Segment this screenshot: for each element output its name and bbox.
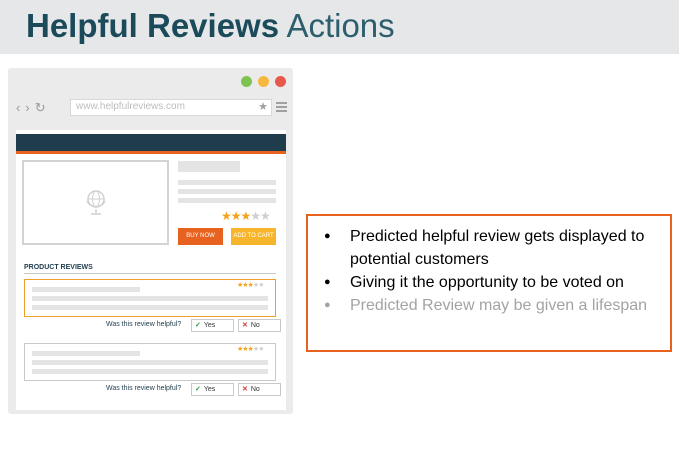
url-text: www.helpfulreviews.com	[76, 101, 185, 112]
address-bar[interactable]: www.helpfulreviews.com ★	[70, 99, 272, 116]
review-title-line	[32, 287, 140, 292]
yes-label: Yes	[203, 386, 216, 393]
product-text-line	[178, 198, 276, 203]
no-label: No	[250, 386, 260, 393]
back-arrow-icon[interactable]: ‹	[16, 100, 25, 115]
product-rating: ★★★★★	[221, 209, 271, 223]
forward-arrow-icon[interactable]: ›	[25, 100, 34, 115]
star-icon: ★★★	[237, 346, 254, 353]
yes-label: Yes	[203, 322, 216, 329]
buy-now-button[interactable]: BUY NOW	[178, 228, 223, 245]
review-card: ★★★★★	[24, 343, 276, 381]
helpful-question: Was this review helpful?	[106, 385, 182, 392]
review-text-line	[32, 305, 268, 310]
globe-icon	[86, 190, 106, 215]
star-icon[interactable]: ★	[258, 100, 268, 113]
nav-controls: ‹›↻	[16, 100, 51, 116]
bullet-item: Giving it the opportunity to be voted on	[322, 271, 658, 294]
review-text-line	[32, 360, 268, 365]
helpful-question: Was this review helpful?	[106, 321, 182, 328]
add-to-cart-button[interactable]: ADD TO CART	[231, 228, 276, 245]
title-light: Actions	[286, 7, 395, 44]
product-text-line	[178, 180, 276, 185]
no-button[interactable]: ✕ No	[238, 383, 281, 396]
site-header-accent	[16, 151, 286, 154]
product-image	[22, 160, 169, 245]
review-rating: ★★★★★	[237, 345, 265, 353]
window-minimize-dot[interactable]	[258, 76, 269, 87]
product-title-placeholder	[178, 161, 240, 172]
star-icon: ★★	[252, 346, 265, 353]
review-title-line	[32, 351, 140, 356]
title-bar: Helpful Reviews Actions	[0, 0, 679, 54]
bullet-list: Predicted helpful review gets displayed …	[322, 225, 658, 317]
star-icon: ★★★	[221, 209, 251, 223]
star-icon: ★★	[250, 209, 270, 223]
slide-title: Helpful Reviews Actions	[26, 7, 395, 45]
no-button[interactable]: ✕ No	[238, 319, 281, 332]
site-header	[16, 134, 286, 152]
bullet-item-muted: Predicted Review may be given a lifespan	[322, 294, 658, 317]
product-text-line	[178, 189, 276, 194]
refresh-icon[interactable]: ↻	[35, 100, 51, 115]
cross-icon: ✕	[242, 322, 248, 329]
window-close-dot[interactable]	[275, 76, 286, 87]
window-maximize-dot[interactable]	[241, 76, 252, 87]
star-icon: ★★★	[237, 282, 254, 289]
product-reviews-heading: PRODUCT REVIEWS	[24, 264, 93, 271]
browser-window: ‹›↻ www.helpfulreviews.com ★ ★★★★★ BUY N…	[8, 68, 293, 414]
review-text-line	[32, 369, 268, 374]
divider	[24, 273, 276, 274]
title-bold: Helpful Reviews	[26, 7, 280, 44]
review-card: ★★★★★	[24, 279, 276, 317]
cross-icon: ✕	[242, 386, 248, 393]
yes-button[interactable]: ✓ Yes	[191, 383, 234, 396]
no-label: No	[250, 322, 260, 329]
bullet-item: Predicted helpful review gets displayed …	[322, 225, 658, 271]
review-rating: ★★★★★	[237, 281, 265, 289]
check-icon: ✓	[195, 322, 201, 329]
review-text-line	[32, 296, 268, 301]
callout-box: Predicted helpful review gets displayed …	[306, 214, 672, 352]
check-icon: ✓	[195, 386, 201, 393]
hamburger-menu-icon[interactable]	[276, 102, 287, 112]
yes-button[interactable]: ✓ Yes	[191, 319, 234, 332]
web-page: ★★★★★ BUY NOW ADD TO CART PRODUCT REVIEW…	[16, 130, 286, 410]
star-icon: ★★	[252, 282, 265, 289]
